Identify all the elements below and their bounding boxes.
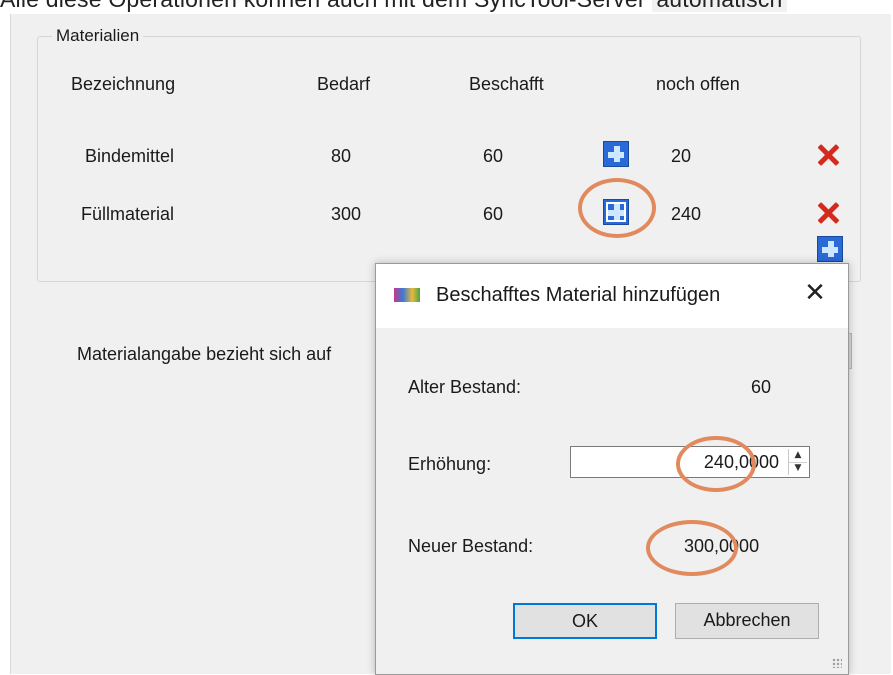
old-stock-value: 60 bbox=[751, 377, 772, 397]
close-icon[interactable]: ✕ bbox=[800, 278, 830, 308]
delete-row-button[interactable] bbox=[817, 202, 839, 224]
app-icon bbox=[394, 288, 420, 302]
increase-value: 240,0000 bbox=[703, 452, 779, 472]
spin-up-button[interactable]: ▲ bbox=[789, 449, 807, 463]
add-material-dialog: Beschafftes Material hinzufügen ✕ Alter … bbox=[375, 263, 849, 675]
row-name: Bindemittel bbox=[85, 146, 175, 166]
row-need: 300 bbox=[331, 204, 362, 224]
add-procured-button[interactable] bbox=[603, 141, 629, 167]
header-open: noch offen bbox=[656, 74, 740, 94]
delete-row-button[interactable] bbox=[817, 144, 839, 166]
increase-label: Erhöhung: bbox=[408, 454, 492, 474]
dialog-title: Beschafftes Material hinzufügen bbox=[436, 284, 721, 306]
old-stock-label: Alter Bestand: bbox=[408, 377, 522, 397]
resize-grip[interactable] bbox=[832, 658, 842, 668]
new-stock-value: 300,0000 bbox=[684, 536, 760, 556]
row-open: 20 bbox=[671, 146, 692, 166]
caption-text: Alle diese Operationen können auch mit d… bbox=[0, 0, 652, 12]
dialog-titlebar: Beschafftes Material hinzufügen ✕ bbox=[376, 264, 848, 328]
spin-down-button[interactable]: ▼ bbox=[789, 462, 807, 475]
cancel-button[interactable]: Abbrechen bbox=[675, 603, 819, 639]
add-row-button[interactable] bbox=[817, 236, 843, 262]
row-procured: 60 bbox=[483, 146, 504, 166]
increase-spinner: ▲ ▼ bbox=[788, 449, 807, 475]
header-need: Bedarf bbox=[317, 74, 371, 94]
header-name: Bezeichnung bbox=[71, 74, 176, 94]
increase-stepper[interactable]: 240,0000 ▲ ▼ bbox=[570, 446, 810, 478]
groupbox-title: Materialien bbox=[52, 26, 144, 46]
caption-highlight: automatisch bbox=[652, 0, 787, 12]
material-reference-label: Materialangabe bezieht sich auf bbox=[77, 344, 332, 364]
header-procured: Beschafft bbox=[469, 74, 544, 94]
row-procured: 60 bbox=[483, 204, 504, 224]
row-open: 240 bbox=[671, 204, 702, 224]
new-stock-label: Neuer Bestand: bbox=[408, 536, 534, 556]
row-name: Füllmaterial bbox=[81, 204, 175, 224]
row-need: 80 bbox=[331, 146, 352, 166]
ok-button[interactable]: OK bbox=[513, 603, 657, 639]
add-procured-button[interactable] bbox=[603, 199, 629, 225]
